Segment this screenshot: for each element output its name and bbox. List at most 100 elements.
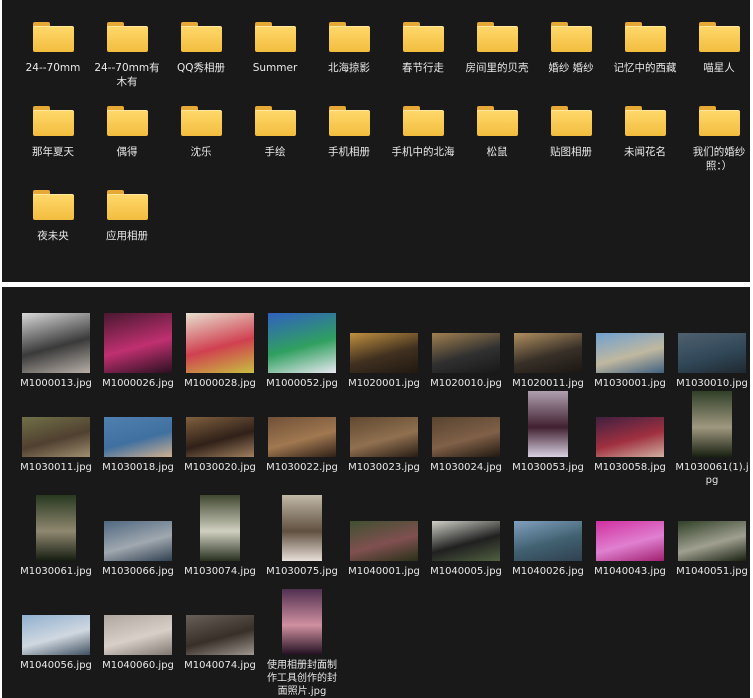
image-item[interactable]: M1020011.jpg: [511, 307, 585, 390]
folder-item[interactable]: 偶得: [90, 106, 164, 159]
folder-item[interactable]: 手机相册: [312, 106, 386, 159]
folder-item[interactable]: 松鼠: [460, 106, 534, 159]
folder-label: 房间里的贝壳: [465, 62, 529, 74]
image-item[interactable]: M1040074.jpg: [183, 589, 257, 672]
image-item[interactable]: M1000026.jpg: [101, 307, 175, 390]
folder-icon: [476, 22, 518, 52]
folder-label: 夜未央: [37, 230, 69, 242]
folder-item[interactable]: 房间里的贝壳: [460, 22, 534, 75]
image-thumbnail: [104, 521, 172, 561]
image-filename: M1030001.jpg: [594, 378, 666, 389]
image-thumbnail: [514, 333, 582, 373]
folder-item[interactable]: 手绘: [238, 106, 312, 159]
image-item[interactable]: M1030010.jpg: [675, 307, 749, 390]
image-filename: M1000026.jpg: [102, 378, 174, 389]
image-thumbnail: [596, 521, 664, 561]
image-item[interactable]: M1030018.jpg: [101, 391, 175, 474]
folder-item[interactable]: 沈乐: [164, 106, 238, 159]
image-filename: M1030061(1).jpg: [675, 462, 749, 486]
image-thumbnail: [268, 417, 336, 457]
image-item[interactable]: M1030053.jpg: [511, 391, 585, 474]
image-filename: M1030061.jpg: [20, 566, 92, 577]
folder-label: 手机相册: [328, 146, 370, 158]
image-item[interactable]: M1030024.jpg: [429, 391, 503, 474]
image-item[interactable]: M1030061.jpg: [19, 495, 93, 578]
image-item[interactable]: M1040060.jpg: [101, 589, 175, 672]
image-filename: M1030024.jpg: [430, 462, 502, 473]
image-filename: M1030011.jpg: [20, 462, 92, 473]
folder-item[interactable]: 应用相册: [90, 190, 164, 243]
folder-icon: [624, 22, 666, 52]
image-item[interactable]: M1030023.jpg: [347, 391, 421, 474]
image-item[interactable]: M1040001.jpg: [347, 495, 421, 578]
folder-item[interactable]: 24--70mm有木有: [90, 22, 164, 89]
image-filename: M1030023.jpg: [348, 462, 420, 473]
image-filename: M1030075.jpg: [266, 566, 338, 577]
folder-label: QQ秀相册: [176, 62, 226, 74]
folder-item[interactable]: 记忆中的西藏: [608, 22, 682, 75]
folder-item[interactable]: 婚纱 婚纱: [534, 22, 608, 75]
image-thumbnail: [282, 589, 322, 655]
folder-icon: [698, 22, 740, 52]
image-thumbnail: [678, 521, 746, 561]
image-thumbnail: [596, 417, 664, 457]
image-thumbnail: [22, 313, 90, 373]
image-item[interactable]: M1040026.jpg: [511, 495, 585, 578]
folder-item[interactable]: 未闻花名: [608, 106, 682, 159]
image-filename: M1000013.jpg: [20, 378, 92, 389]
image-thumbnail: [104, 313, 172, 373]
folder-icon: [106, 106, 148, 136]
image-item[interactable]: M1000052.jpg: [265, 307, 339, 390]
image-item[interactable]: M1030022.jpg: [265, 391, 339, 474]
folder-label: 24--70mm: [25, 62, 81, 74]
image-item[interactable]: M1030075.jpg: [265, 495, 339, 578]
folder-item[interactable]: 喵星人: [682, 22, 750, 75]
image-item[interactable]: M1030074.jpg: [183, 495, 257, 578]
folder-label: 婚纱 婚纱: [548, 62, 594, 74]
image-item[interactable]: M1040056.jpg: [19, 589, 93, 672]
folder-item[interactable]: 贴图相册: [534, 106, 608, 159]
image-filename: M1020011.jpg: [512, 378, 584, 389]
folder-item[interactable]: 24--70mm: [16, 22, 90, 75]
image-item[interactable]: 使用相册封面制作工具创作的封面照片.jpg: [265, 589, 339, 698]
image-item[interactable]: M1020001.jpg: [347, 307, 421, 390]
folder-icon: [476, 106, 518, 136]
folder-icon: [550, 106, 592, 136]
image-item[interactable]: M1030011.jpg: [19, 391, 93, 474]
folder-item[interactable]: 北海掠影: [312, 22, 386, 75]
folder-label: 偶得: [116, 146, 138, 158]
image-item[interactable]: M1040043.jpg: [593, 495, 667, 578]
folder-item[interactable]: QQ秀相册: [164, 22, 238, 75]
image-item[interactable]: M1030020.jpg: [183, 391, 257, 474]
image-item[interactable]: M1040005.jpg: [429, 495, 503, 578]
folder-label: 那年夏天: [32, 146, 74, 158]
folder-item[interactable]: 夜未央: [16, 190, 90, 243]
folder-label: 手绘: [264, 146, 286, 158]
folder-label: 未闻花名: [624, 146, 666, 158]
folders-panel: 24--70mm 24--70mm有木有 QQ秀相册 Summer 北海掠影 春节行走 房间…: [2, 0, 750, 282]
folder-item[interactable]: 我们的婚纱照：）: [682, 106, 750, 173]
image-item[interactable]: M1030066.jpg: [101, 495, 175, 578]
folder-item[interactable]: Summer: [238, 22, 312, 75]
image-item[interactable]: M1030001.jpg: [593, 307, 667, 390]
folder-label: 春节行走: [402, 62, 444, 74]
folder-item[interactable]: 那年夏天: [16, 106, 90, 159]
folder-label: 24--70mm有木有: [94, 62, 160, 88]
image-thumbnail: [36, 495, 76, 561]
image-thumbnail: [432, 333, 500, 373]
image-item[interactable]: M1020010.jpg: [429, 307, 503, 390]
image-item[interactable]: M1000028.jpg: [183, 307, 257, 390]
folder-label: 手机中的北海: [391, 146, 455, 158]
image-item[interactable]: M1030058.jpg: [593, 391, 667, 474]
image-item[interactable]: M1000013.jpg: [19, 307, 93, 390]
folder-item[interactable]: 手机中的北海: [386, 106, 460, 159]
folder-label: 喵星人: [703, 62, 735, 74]
image-thumbnail: [432, 417, 500, 457]
folder-item[interactable]: 春节行走: [386, 22, 460, 75]
image-item[interactable]: M1030061(1).jpg: [675, 391, 749, 487]
image-item[interactable]: M1040051.jpg: [675, 495, 749, 578]
image-filename: M1040001.jpg: [348, 566, 420, 577]
image-thumbnail: [678, 333, 746, 373]
image-thumbnail: [350, 521, 418, 561]
image-thumbnail: [514, 521, 582, 561]
